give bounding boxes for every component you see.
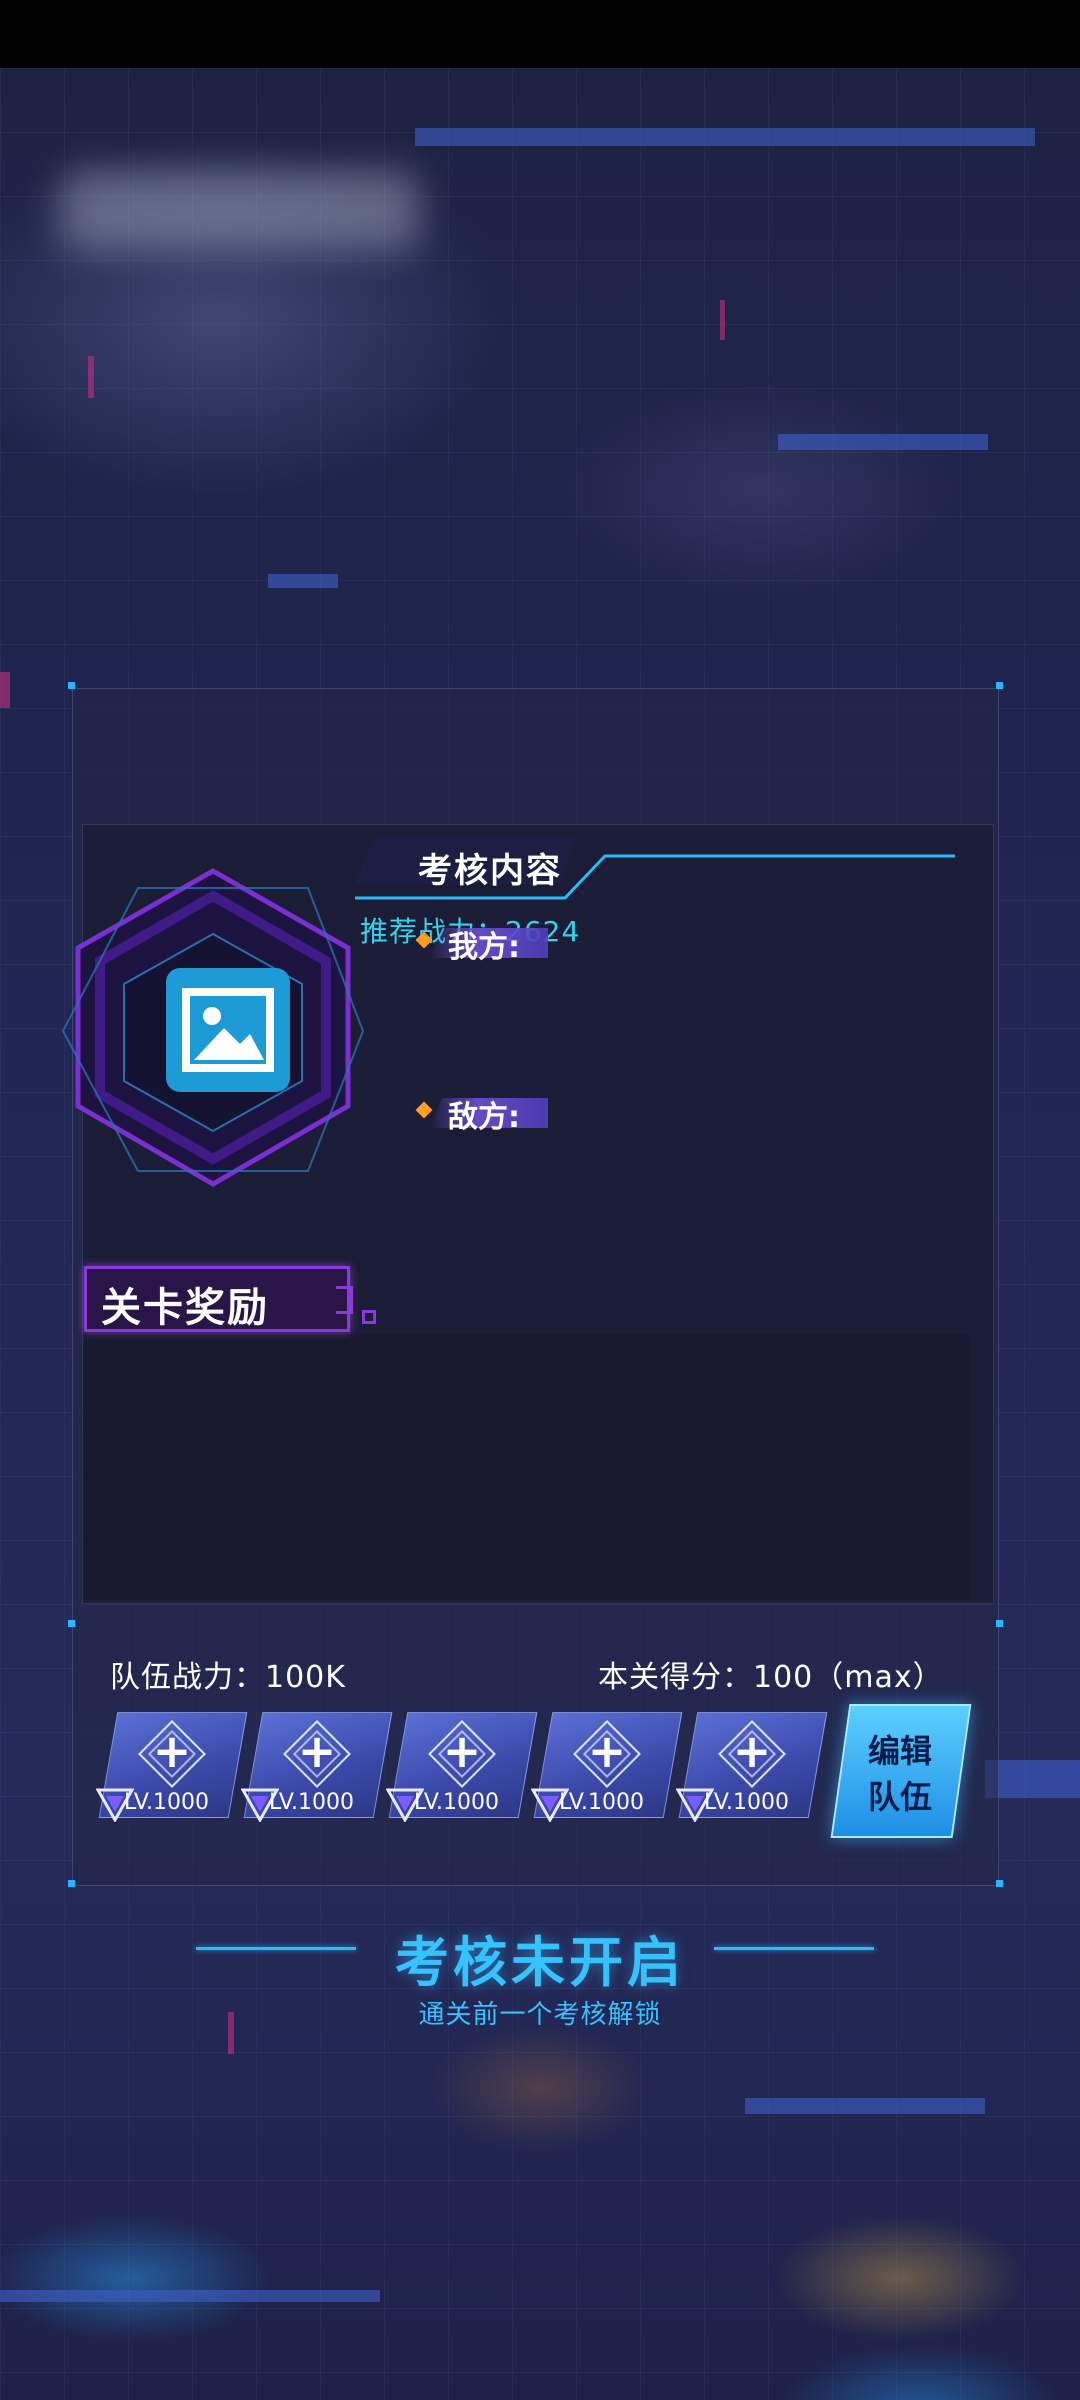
team-slot[interactable]: + LV.1000: [241, 1712, 393, 1822]
my-side-text: 我方:: [448, 930, 520, 965]
team-slot[interactable]: + LV.1000: [531, 1712, 683, 1822]
edit-team-button[interactable]: 编辑 队伍: [830, 1704, 972, 1838]
blurred-background-title: [60, 170, 420, 250]
assessment-locked-title: 考核未开启: [395, 1931, 685, 1994]
rewards-deco: [362, 1310, 376, 1324]
edit-team-label-line1: 编辑: [867, 1732, 932, 1770]
glitch-strip: [88, 356, 94, 398]
locked-divider-right: [714, 1947, 874, 1950]
plus-icon: +: [442, 1724, 482, 1778]
team-slot[interactable]: + LV.1000: [386, 1712, 538, 1822]
team-slot[interactable]: + LV.1000: [96, 1712, 248, 1822]
status-bar: [0, 0, 1080, 68]
glitch-strip: [745, 2098, 985, 2114]
slot-level: LV.1000: [414, 1790, 500, 1815]
slot-level: LV.1000: [124, 1790, 210, 1815]
image-icon: [166, 968, 290, 1092]
plus-icon: +: [152, 1724, 192, 1778]
corner-marker: [68, 1880, 75, 1887]
glitch-strip: [720, 300, 725, 340]
rewards-title-badge: 关卡奖励: [84, 1266, 350, 1332]
glitch-strip: [985, 1760, 1080, 1798]
slot-level: LV.1000: [269, 1790, 355, 1815]
assessment-locked-subtitle: 通关前一个考核解锁: [418, 2000, 662, 2030]
plus-icon: +: [297, 1724, 337, 1778]
corner-marker: [68, 682, 75, 689]
assessment-title: 考核内容: [418, 851, 562, 891]
glitch-strip: [415, 128, 1035, 146]
glitch-strip: [268, 574, 338, 588]
team-slot[interactable]: + LV.1000: [676, 1712, 828, 1822]
corner-marker: [996, 1880, 1003, 1887]
corner-marker: [68, 1620, 75, 1627]
locked-divider-left: [196, 1947, 356, 1950]
rewards-deco: [336, 1286, 353, 1314]
corner-marker: [996, 1620, 1003, 1627]
glitch-strip: [778, 434, 988, 450]
team-power: 队伍战力：100K: [110, 1660, 346, 1695]
glitch-strip: [228, 2012, 234, 2054]
corner-marker: [996, 682, 1003, 689]
slot-level: LV.1000: [704, 1790, 790, 1815]
stage-score: 本关得分：100（max）: [598, 1660, 944, 1695]
enemy-side-text: 敌方:: [448, 1100, 520, 1135]
slot-level: LV.1000: [559, 1790, 645, 1815]
plus-icon: +: [732, 1724, 772, 1778]
rewards-container: [84, 1334, 970, 1600]
plus-icon: +: [587, 1724, 627, 1778]
glitch-strip: [0, 672, 10, 708]
rewards-title: 关卡奖励: [101, 1285, 269, 1331]
edit-team-label-line2: 队伍: [867, 1778, 932, 1816]
glitch-strip: [0, 2290, 380, 2302]
